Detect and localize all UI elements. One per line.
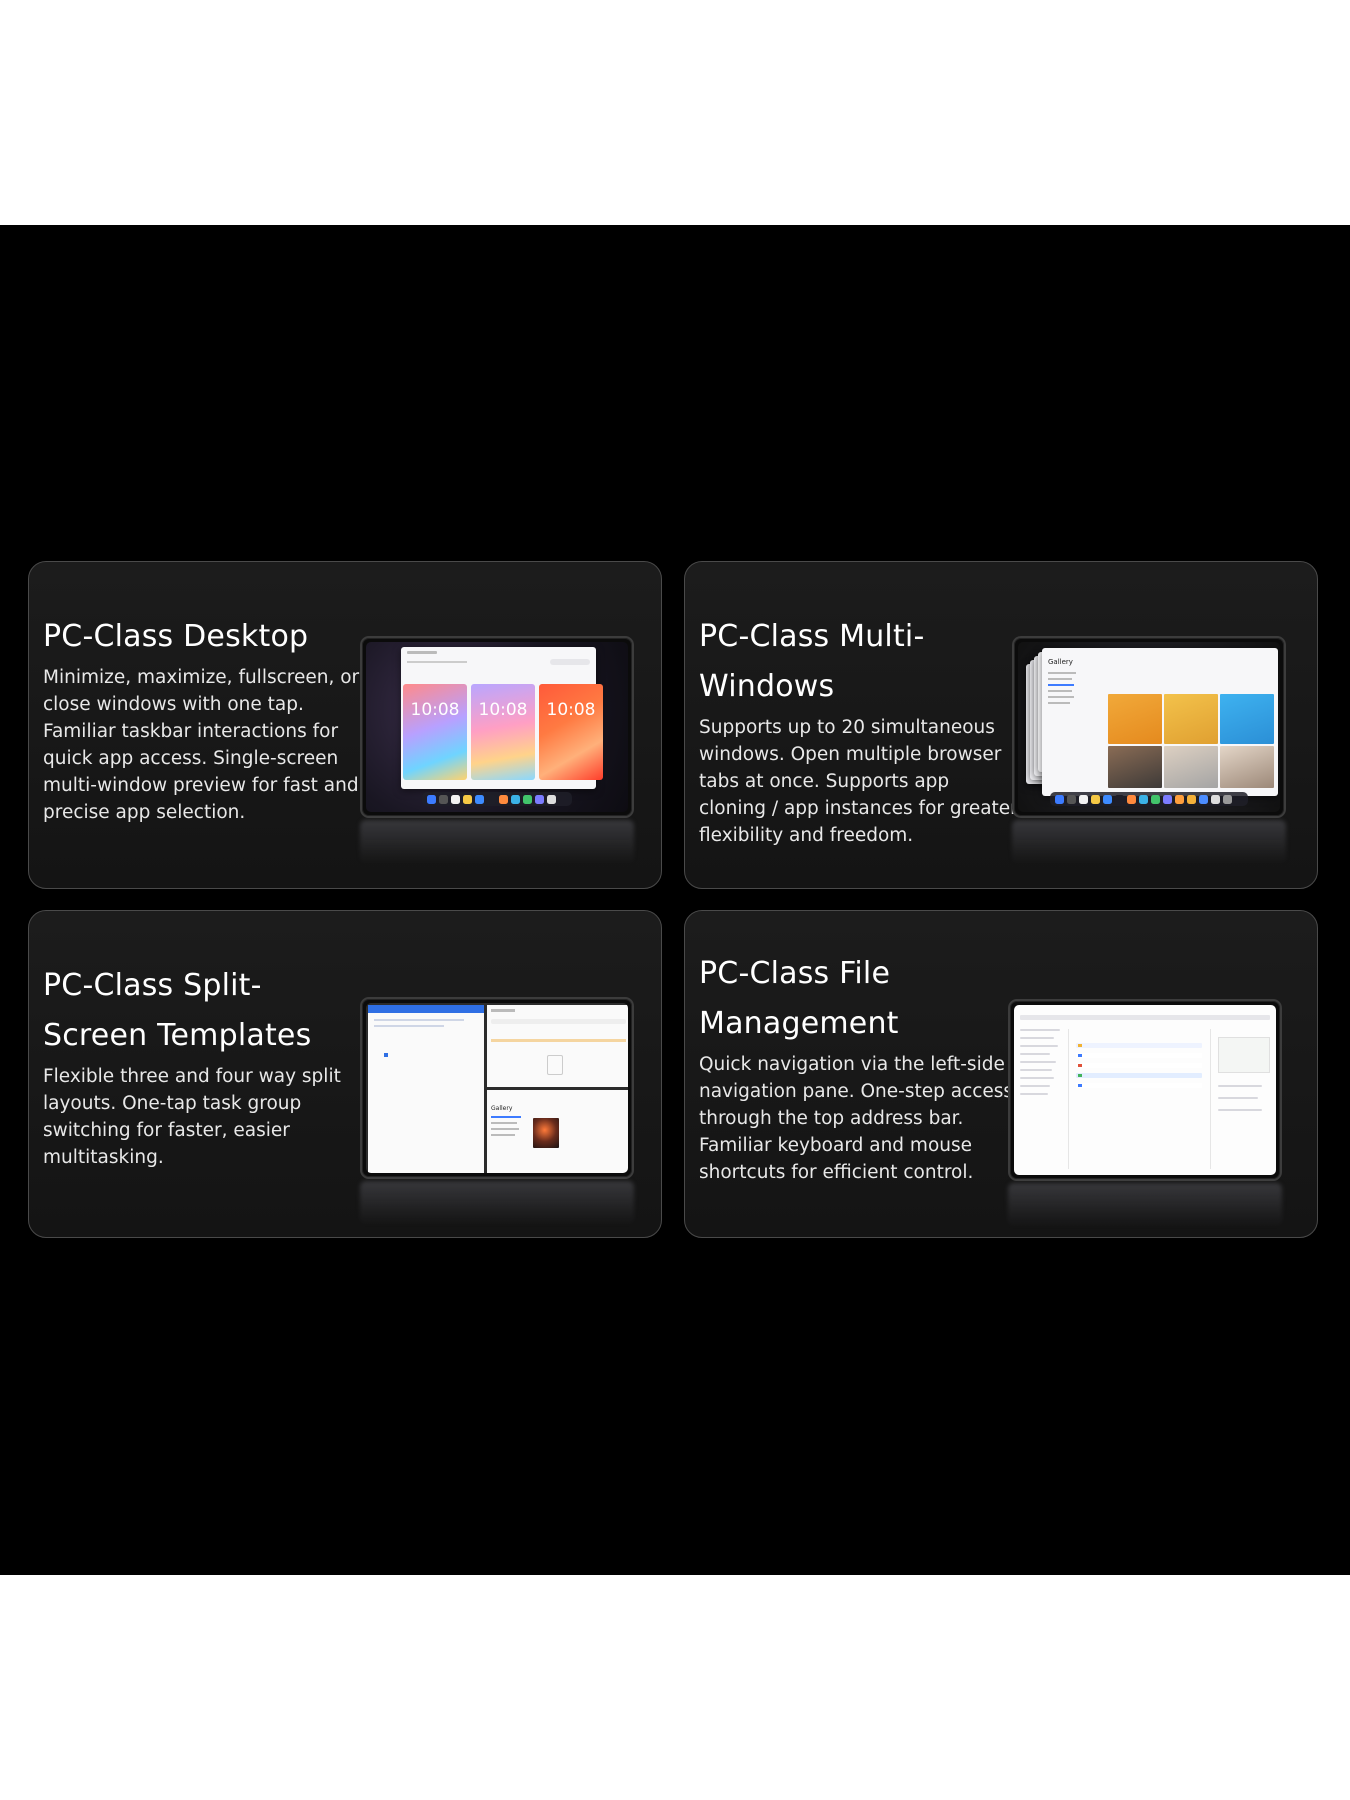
tablet-screen: Gallery — [1018, 642, 1280, 812]
address-bar[interactable] — [1020, 1015, 1270, 1020]
tablet-screen: Gallery — [366, 1003, 628, 1173]
file-row[interactable] — [1076, 1063, 1202, 1068]
file-row[interactable] — [1076, 1043, 1202, 1048]
split-pane-browser[interactable] — [487, 1005, 628, 1087]
file-preview — [1218, 1037, 1270, 1073]
gallery-window: Gallery — [1042, 648, 1278, 796]
photo-thumbnail[interactable] — [1108, 694, 1162, 744]
photo-thumbnail[interactable] — [1108, 746, 1162, 788]
card-text: PC-Class Split-Screen Templates Flexible… — [43, 961, 343, 1171]
taskbar — [422, 792, 572, 806]
card-description: Flexible three and four way split layout… — [43, 1066, 341, 1168]
tablet-reflection — [1012, 820, 1286, 864]
tablet-screen: 10:08 10:08 10:08 — [366, 642, 628, 812]
card-description: Quick navigation via the left-side navig… — [699, 1054, 1014, 1183]
tablet-reflection — [1008, 1183, 1282, 1227]
card-description: Minimize, maximize, fullscreen, or close… — [43, 667, 360, 823]
card-title: PC-Class Multi-Windows — [699, 619, 925, 704]
wallpaper-thumbnail[interactable]: 10:08 — [539, 684, 603, 780]
black-background-band — [0, 225, 1350, 1575]
split-pane-document[interactable] — [368, 1005, 484, 1173]
split-pane-gallery[interactable]: Gallery — [487, 1090, 628, 1173]
card-text: PC-Class Multi-Windows Supports up to 20… — [699, 612, 1019, 849]
gallery-title: Gallery — [1048, 658, 1073, 666]
card-description: Supports up to 20 simultaneous windows. … — [699, 717, 1018, 846]
wallpaper-thumbnail[interactable]: 10:08 — [471, 684, 535, 780]
feature-card-desktop: PC-Class Desktop Minimize, maximize, ful… — [28, 561, 662, 889]
photo-thumbnail[interactable] — [1220, 694, 1274, 744]
card-title: PC-Class Split-Screen Templates — [43, 968, 312, 1053]
photo-thumbnail[interactable] — [1220, 746, 1274, 788]
feature-card-split-screen: PC-Class Split-Screen Templates Flexible… — [28, 910, 662, 1238]
card-text: PC-Class Desktop Minimize, maximize, ful… — [43, 612, 363, 826]
file-row[interactable] — [1076, 1083, 1202, 1088]
photo-thumbnail[interactable] — [1164, 694, 1218, 744]
file-row[interactable] — [1076, 1073, 1202, 1078]
card-title: PC-Class File Management — [699, 956, 899, 1041]
feature-card-multi-windows: PC-Class Multi-Windows Supports up to 20… — [684, 561, 1318, 889]
tablet-reflection — [360, 1181, 634, 1225]
file-row[interactable] — [1076, 1053, 1202, 1058]
tablet-mockup-file-management — [1008, 999, 1282, 1181]
photo-thumbnail[interactable] — [1164, 746, 1218, 788]
tablet-mockup-desktop: 10:08 10:08 10:08 — [360, 636, 634, 818]
card-title: PC-Class Desktop — [43, 619, 309, 654]
feature-card-file-management: PC-Class File Management Quick navigatio… — [684, 910, 1318, 1238]
wallpaper-thumbnail[interactable]: 10:08 — [403, 684, 467, 780]
card-text: PC-Class File Management Quick navigatio… — [699, 949, 1019, 1186]
tablet-mockup-multi-windows: Gallery — [1012, 636, 1286, 818]
tablet-screen — [1014, 1005, 1276, 1175]
taskbar — [1050, 792, 1248, 806]
tablet-mockup-split-screen: Gallery — [360, 997, 634, 1179]
photo-thumbnail[interactable] — [533, 1118, 559, 1148]
wallpaper-window: 10:08 10:08 10:08 — [401, 647, 603, 789]
tablet-reflection — [360, 820, 634, 864]
